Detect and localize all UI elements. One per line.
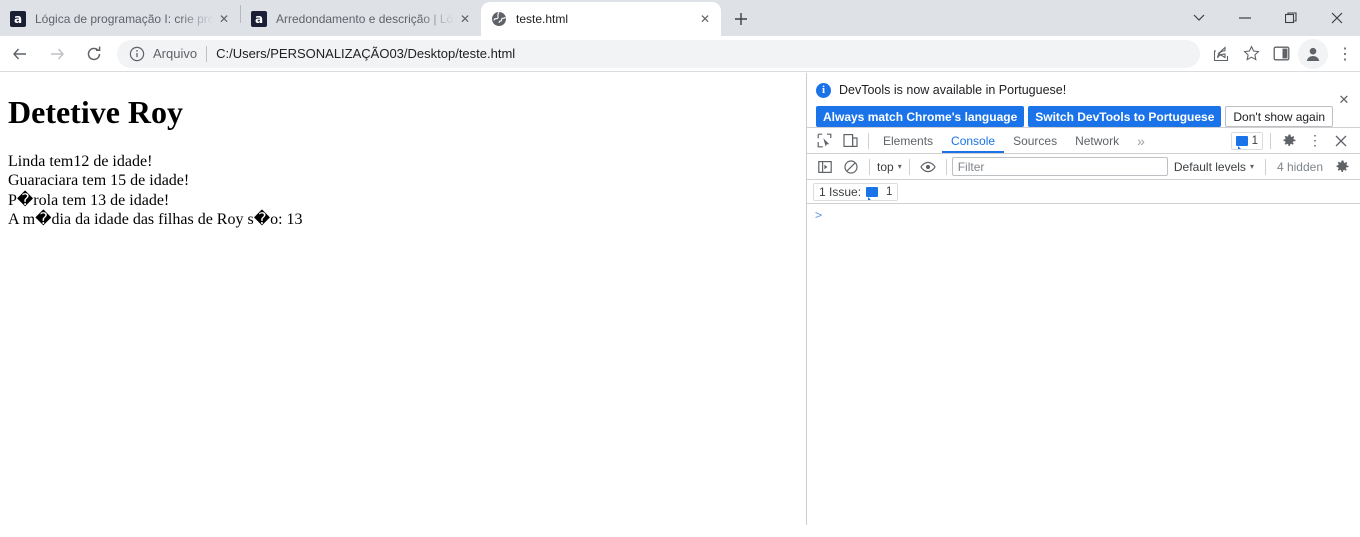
context-label: top [877, 159, 894, 174]
issue-count: 1 [886, 185, 893, 198]
issues-bar: 1 Issue: 1 [807, 180, 1360, 204]
levels-label: Default levels [1173, 159, 1246, 174]
chevron-down-icon: ▾ [897, 162, 902, 171]
clear-console-icon[interactable] [838, 155, 864, 179]
forward-button[interactable] [40, 37, 74, 71]
window-controls [1176, 0, 1360, 36]
log-levels-selector[interactable]: Default levels ▾ [1168, 160, 1260, 174]
issues-chip[interactable]: 1 Issue: 1 [813, 182, 899, 201]
minimize-icon[interactable] [1222, 0, 1268, 36]
page-line-3: P�rola tem 13 de idade! [8, 191, 170, 209]
console-sidebar-icon[interactable] [812, 155, 838, 179]
issue-count-label: 1 Issue: [819, 184, 862, 199]
console-settings-gear-icon[interactable] [1329, 155, 1355, 179]
browser-tab-3-active[interactable]: teste.html ✕ [481, 2, 721, 36]
browser-menu-icon[interactable]: ⋮ [1330, 39, 1360, 69]
share-icon[interactable] [1206, 39, 1236, 69]
tab-title: Lógica de programação I: crie pro [35, 12, 214, 26]
back-button[interactable] [3, 37, 37, 71]
console-output-area[interactable]: > [807, 204, 1360, 537]
toolbar-divider [1264, 158, 1266, 175]
chevron-down-icon: ▾ [1249, 162, 1254, 171]
url-text: C:/Users/PERSONALIZAÇÃO03/Desktop/teste.… [216, 46, 516, 61]
more-tabs-icon[interactable]: » [1128, 128, 1154, 153]
site-info-icon[interactable] [129, 46, 145, 62]
reload-button[interactable] [77, 37, 111, 71]
switch-devtools-language-button[interactable]: Switch DevTools to Portuguese [1028, 106, 1222, 127]
alura-icon: a [10, 11, 26, 27]
tab-close-icon[interactable]: ✕ [695, 9, 715, 29]
maximize-icon[interactable] [1268, 0, 1314, 36]
console-prompt-caret: > [815, 208, 823, 222]
tab-close-icon[interactable]: ✕ [214, 9, 234, 29]
banner-close-icon[interactable]: ✕ [1336, 92, 1352, 108]
devtools-panel: i DevTools is now available in Portugues… [807, 73, 1360, 537]
issues-message-badge[interactable]: 1 [1230, 131, 1263, 150]
message-count: 1 [1251, 134, 1258, 147]
browser-tab-strip: a Lógica de programação I: crie pro ✕ a … [0, 0, 1360, 36]
banner-message: DevTools is now available in Portuguese! [839, 83, 1067, 97]
omnibox-divider [206, 45, 208, 62]
tab-console[interactable]: Console [942, 128, 1004, 153]
tab-sources[interactable]: Sources [1004, 128, 1066, 153]
toolbar-divider [869, 158, 870, 175]
page-line-2: Guaraciara tem 15 de idade! [8, 172, 190, 190]
bookmark-star-icon[interactable] [1236, 39, 1266, 69]
device-toolbar-icon[interactable] [837, 129, 863, 153]
hidden-messages-count: 4 hidden [1276, 159, 1323, 174]
toolbar-divider [1270, 132, 1271, 149]
console-toolbar: top ▾ Default levels ▾ 4 hidden [807, 154, 1360, 180]
tab-search-icon[interactable] [1176, 0, 1222, 36]
devtools-more-icon[interactable]: ⋮ [1302, 129, 1328, 153]
tab-network[interactable]: Network [1066, 128, 1128, 153]
tab-elements[interactable]: Elements [874, 128, 942, 153]
address-bar[interactable]: Arquivo C:/Users/PERSONALIZAÇÃO03/Deskto… [117, 39, 1200, 68]
browser-toolbar: Arquivo C:/Users/PERSONALIZAÇÃO03/Deskto… [0, 36, 1360, 72]
url-scheme-label: Arquivo [153, 46, 198, 61]
globe-icon [491, 11, 507, 27]
alura-icon: a [251, 11, 267, 27]
browser-tab-2[interactable]: a Arredondamento e descrição | Ló ✕ [241, 2, 481, 36]
tab-close-icon[interactable]: ✕ [455, 9, 475, 29]
toolbar-divider [908, 158, 910, 175]
devtools-close-icon[interactable] [1328, 129, 1354, 153]
inspect-element-icon[interactable] [811, 129, 837, 153]
devtools-language-banner: i DevTools is now available in Portugues… [807, 73, 1360, 128]
console-filter-input[interactable] [951, 157, 1168, 176]
console-prompt-row[interactable]: > [807, 208, 1360, 226]
message-bubble-icon [1235, 135, 1248, 149]
close-window-icon[interactable] [1314, 0, 1360, 36]
devtools-tab-bar: Elements Console Sources Network » 1 ⋮ [807, 128, 1360, 154]
live-expression-eye-icon[interactable] [915, 155, 941, 179]
toolbar-divider [945, 158, 947, 175]
always-match-language-button[interactable]: Always match Chrome's language [816, 106, 1025, 127]
new-tab-button[interactable] [727, 5, 755, 33]
execution-context-selector[interactable]: top ▾ [875, 160, 904, 174]
page-line-4: A m�dia da idade das filhas de Roy s�o: … [8, 211, 303, 229]
profile-avatar[interactable] [1298, 38, 1328, 69]
tab-title: Arredondamento e descrição | Ló [276, 12, 454, 26]
rendered-document: Detetive Roy Linda tem12 de idade! Guara… [0, 73, 806, 230]
side-panel-icon[interactable] [1266, 39, 1296, 69]
browser-tab-1[interactable]: a Lógica de programação I: crie pro ✕ [0, 2, 240, 36]
page-title: Detetive Roy [8, 94, 184, 130]
page-line-1: Linda tem12 de idade! [8, 152, 153, 170]
dont-show-again-button[interactable]: Don't show again [1225, 106, 1334, 127]
tab-title: teste.html [516, 12, 569, 26]
message-bubble-icon [866, 186, 879, 200]
info-icon: i [816, 82, 831, 98]
gear-icon[interactable] [1276, 129, 1302, 153]
page-viewport: Detetive Roy Linda tem12 de idade! Guara… [0, 73, 806, 528]
toolbar-divider [868, 132, 869, 149]
